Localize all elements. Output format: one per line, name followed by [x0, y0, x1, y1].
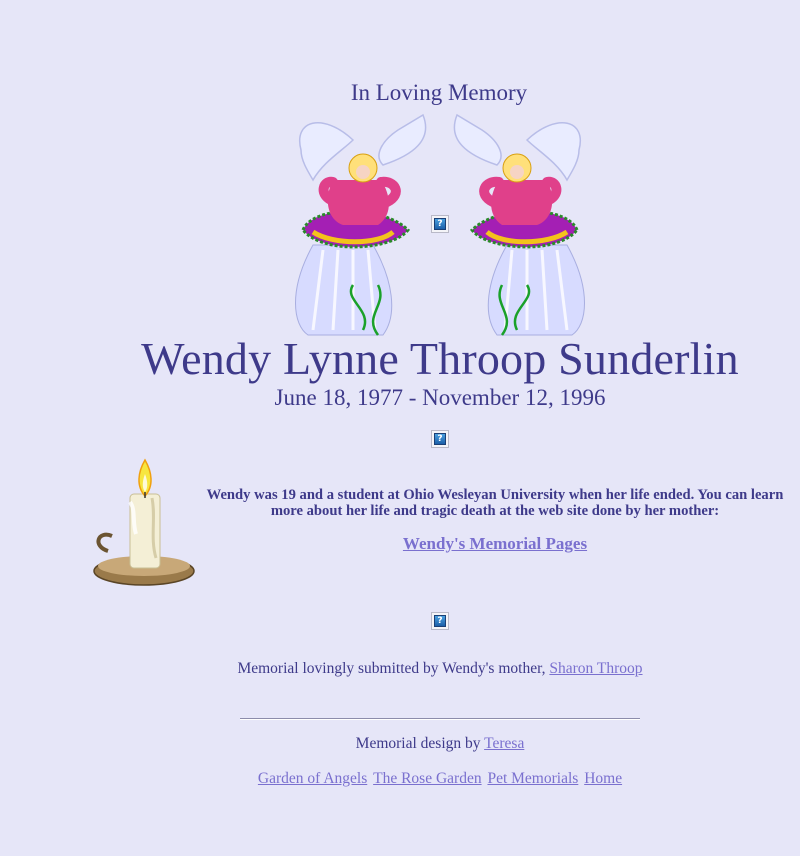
footer-nav: Garden of Angels The Rose Garden Pet Mem…	[0, 770, 800, 788]
candle-icon	[90, 458, 198, 593]
footer-link-pet-memorials[interactable]: Pet Memorials	[487, 770, 578, 787]
angel-left-icon	[283, 110, 428, 340]
broken-image-icon: ?	[431, 215, 449, 233]
broken-image-icon: ?	[431, 612, 449, 630]
designer-link[interactable]: Teresa	[484, 735, 524, 752]
author-link[interactable]: Sharon Throop	[549, 660, 642, 677]
horizontal-divider	[240, 718, 640, 720]
submission-text: Memorial lovingly submitted by Wendy's m…	[237, 660, 550, 677]
broken-image-icon: ?	[431, 430, 449, 448]
design-credit-text: Memorial design by	[355, 735, 485, 752]
memorial-paragraph: Wendy was 19 and a student at Ohio Wesle…	[206, 487, 784, 519]
footer-link-rose-garden[interactable]: The Rose Garden	[373, 770, 481, 787]
memorial-pages-link[interactable]: Wendy's Memorial Pages	[403, 534, 587, 553]
design-credit: Memorial design by Teresa	[0, 735, 800, 753]
footer-link-home[interactable]: Home	[584, 770, 622, 787]
memorial-page: In Loving Memory ? Wendy Lynne Throop Su…	[0, 0, 800, 856]
submission-line: Memorial lovingly submitted by Wendy's m…	[0, 660, 800, 678]
memorial-pages-link-wrap: Wendy's Memorial Pages	[205, 534, 785, 554]
angel-right-icon	[452, 110, 597, 340]
footer-link-garden-of-angels[interactable]: Garden of Angels	[258, 770, 367, 787]
memorial-name: Wendy Lynne Throop Sunderlin	[141, 333, 739, 384]
page-heading: In Loving Memory	[350, 80, 528, 105]
memorial-dates: June 18, 1977 - November 12, 1996	[274, 385, 606, 410]
